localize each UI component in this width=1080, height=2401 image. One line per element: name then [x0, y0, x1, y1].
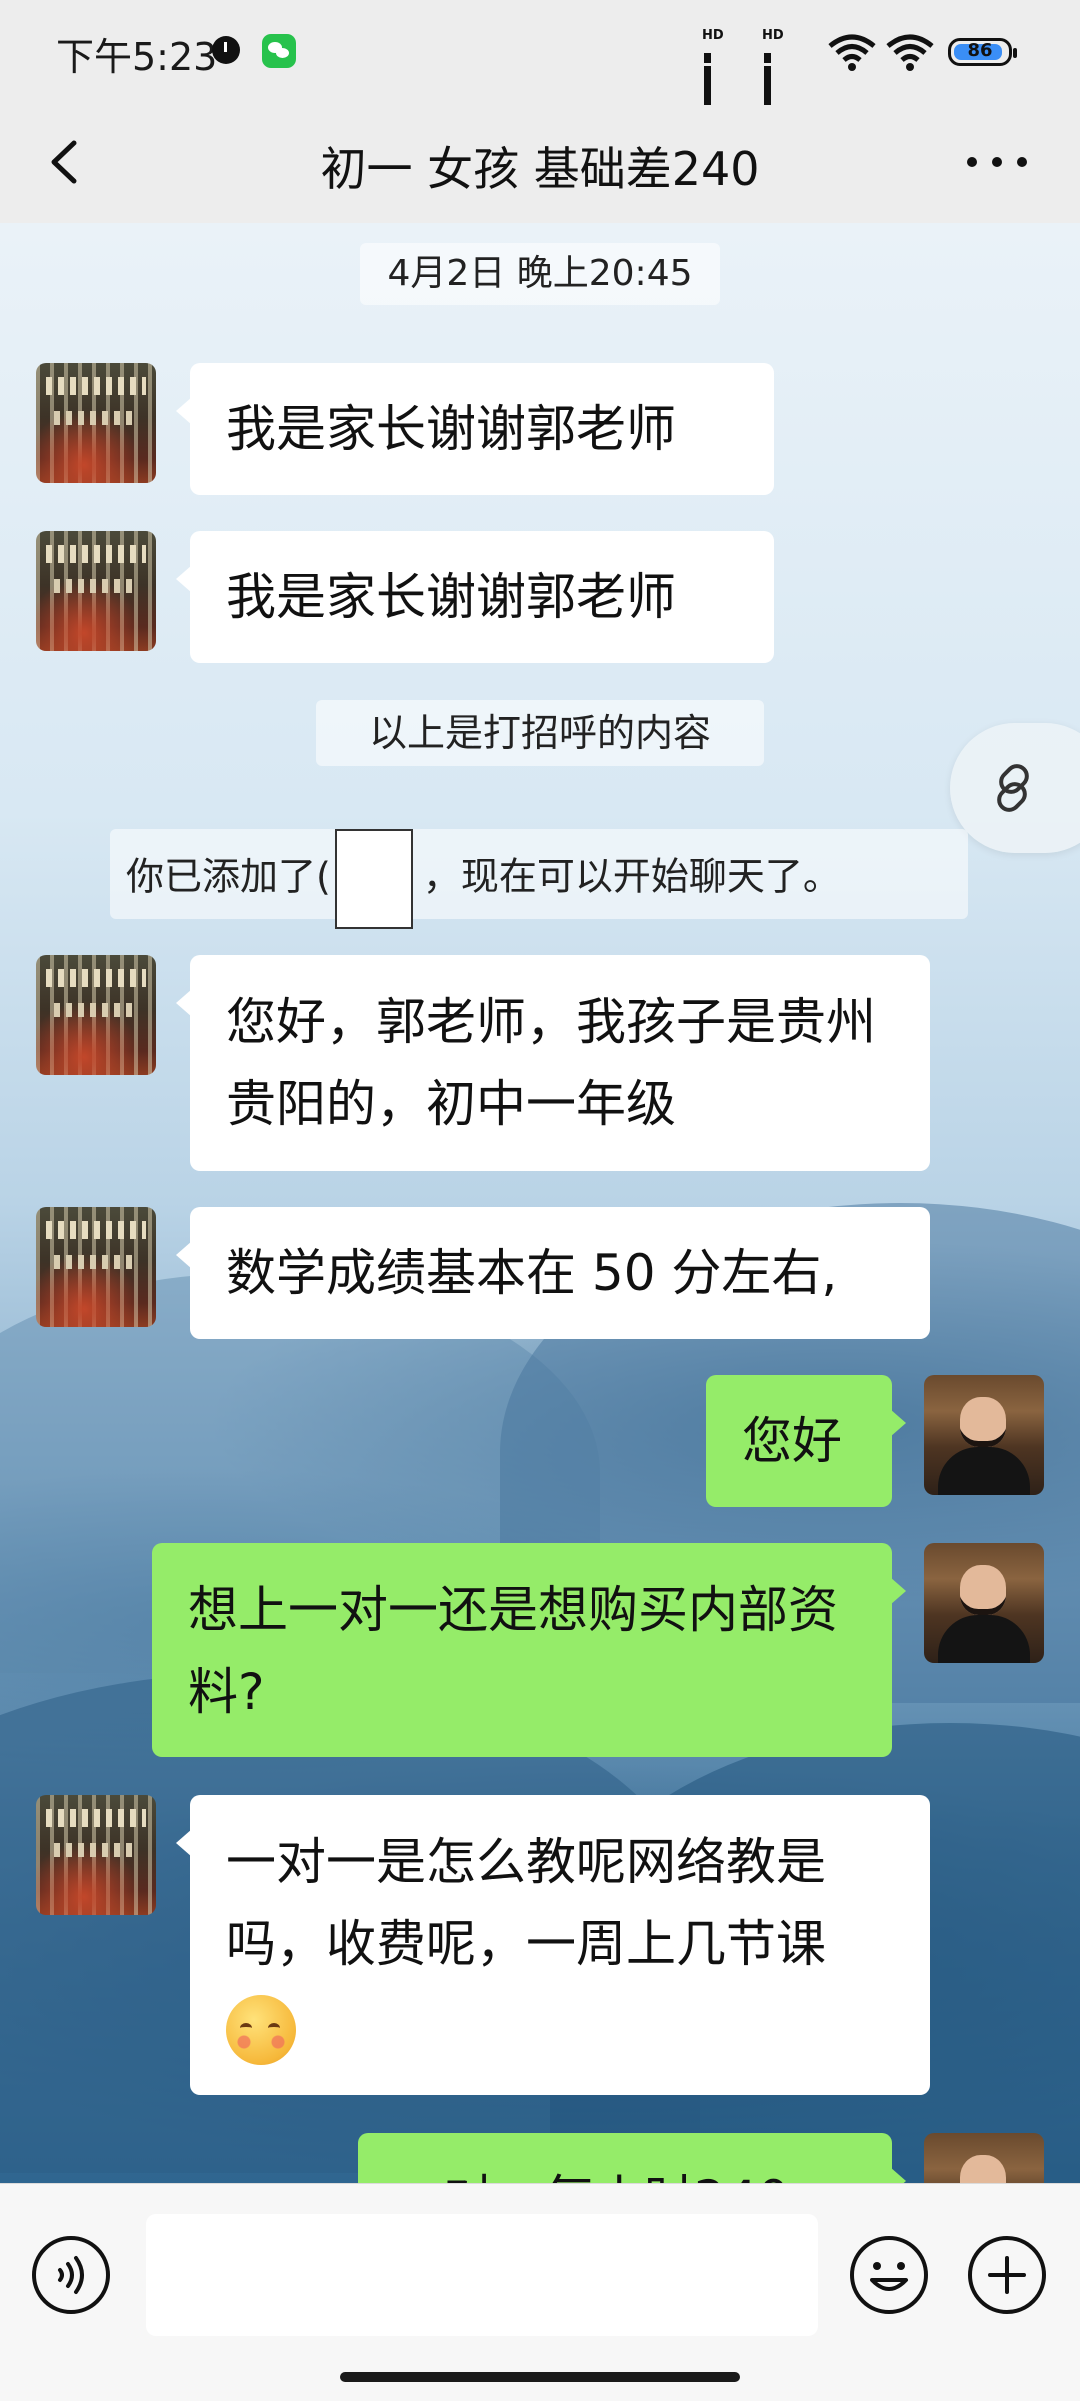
parent-avatar[interactable] — [36, 363, 156, 483]
message-timestamp: 4月2日 晚上20:45 — [360, 243, 720, 305]
input-bar — [0, 2183, 1080, 2401]
status-bar: 下午5:23 HD HD 86 — [0, 0, 1080, 132]
added-note-after: ，现在可以开始聊天了。 — [422, 854, 841, 899]
teacher-avatar[interactable] — [924, 1543, 1044, 1663]
added-note-before: 你已添加了( — [126, 854, 331, 899]
redacted-name-box — [334, 829, 413, 929]
wifi-icon-2 — [886, 34, 934, 71]
message-bubble[interactable]: 数学成绩基本在 50 分左右, — [176, 1207, 930, 1339]
parent-avatar[interactable] — [36, 531, 156, 651]
message-text: 您好，郭老师，我孩子是贵州贵阳的，初中一年级 — [226, 993, 876, 1133]
hd-label-2: HD — [762, 28, 784, 43]
wifi-icon — [828, 34, 876, 71]
more-options-icon[interactable] — [962, 147, 1032, 177]
blushing-emoji-icon — [226, 1994, 296, 2065]
teacher-avatar[interactable] — [924, 2133, 1044, 2183]
greeting-note: 以上是打招呼的内容 — [316, 700, 764, 766]
message-bubble[interactable]: 您好 — [706, 1375, 906, 1507]
chat-area[interactable]: 4月2日 晚上20:45 我是家长谢谢郭老师 我是家长谢谢郭老师 以上是打招呼的… — [0, 223, 1080, 2183]
battery-level: 86 — [967, 40, 993, 61]
wechat-notification-icon — [262, 34, 296, 68]
message-input[interactable] — [146, 2214, 818, 2336]
message-text: 我是家长谢谢郭老师 — [226, 568, 676, 626]
battery-icon: 86 — [948, 38, 1017, 66]
plus-icon[interactable] — [966, 2234, 1048, 2316]
message-bubble[interactable]: 想上一对一还是想购买内部资料? — [152, 1543, 906, 1757]
emoji-icon[interactable] — [848, 2234, 930, 2316]
message-bubble[interactable]: 我是家长谢谢郭老师 — [176, 531, 774, 663]
home-indicator[interactable] — [340, 2372, 740, 2382]
message-text: 一对一每小时240 — [394, 2170, 789, 2183]
alarm-icon — [212, 36, 240, 64]
message-text: 我是家长谢谢郭老师 — [226, 400, 676, 458]
added-friend-note: 你已添加了( ，现在可以开始聊天了。 — [110, 829, 968, 929]
message-text: 一对一是怎么教呢网络教是吗，收费呢，一周上几节课 — [226, 1833, 826, 1973]
hd-label: HD — [702, 28, 724, 43]
status-time: 下午5:23 — [56, 35, 218, 79]
message-text: 数学成绩基本在 50 分左右, — [226, 1244, 838, 1302]
message-bubble[interactable]: 我是家长谢谢郭老师 — [176, 363, 774, 495]
parent-avatar[interactable] — [36, 1207, 156, 1327]
link-button[interactable] — [950, 723, 1080, 853]
message-text: 您好 — [742, 1412, 842, 1470]
message-bubble[interactable]: 一对一每小时240 — [358, 2133, 906, 2183]
message-bubble[interactable]: 一对一是怎么教呢网络教是吗，收费呢，一周上几节课 — [176, 1795, 930, 2095]
parent-avatar[interactable] — [36, 955, 156, 1075]
parent-avatar[interactable] — [36, 1795, 156, 1915]
message-bubble[interactable]: 您好，郭老师，我孩子是贵州贵阳的，初中一年级 — [176, 955, 930, 1171]
chat-header: 初一 女孩 基础差240 — [0, 105, 1080, 223]
link-icon — [997, 764, 1029, 812]
chat-title: 初一 女孩 基础差240 — [320, 142, 760, 196]
message-text: 想上一对一还是想购买内部资料? — [188, 1581, 838, 1721]
teacher-avatar[interactable] — [924, 1375, 1044, 1495]
voice-input-icon[interactable] — [30, 2234, 112, 2316]
